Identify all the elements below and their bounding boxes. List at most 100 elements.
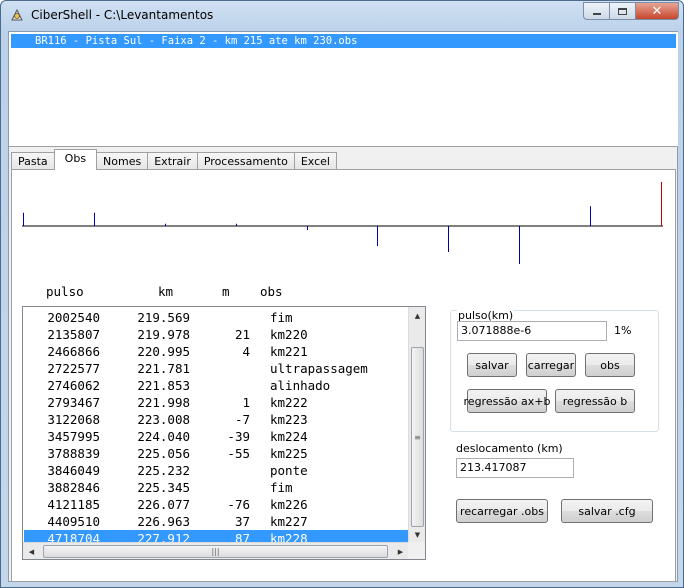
cell-km: 221.853 — [137, 378, 190, 393]
cell-km: 226.077 — [137, 497, 190, 512]
horizontal-scrollbar[interactable]: ◀ ||| ▶ — [23, 542, 409, 559]
cell-obs: fim — [270, 310, 293, 325]
signal-graph — [22, 182, 663, 270]
observations-list[interactable]: 2002540 219.569 fim 2135807 219.978 21 km220 24… — [22, 306, 426, 560]
cell-m: 1 — [242, 395, 250, 410]
cell-km: 225.345 — [137, 480, 190, 495]
minimize-button[interactable] — [583, 2, 609, 20]
table-row[interactable]: 2135807 219.978 21 km220 — [24, 326, 412, 343]
table-row[interactable]: 2002540 219.569 fim — [24, 309, 412, 326]
vertical-scroll-thumb[interactable]: ≡ — [411, 347, 424, 527]
tab-extrair[interactable]: Extrair — [147, 152, 198, 170]
deslocamento-input[interactable]: 213.417087 — [456, 458, 574, 478]
tab-pasta[interactable]: Pasta — [11, 152, 55, 170]
tab-excel[interactable]: Excel — [293, 152, 337, 170]
window-title: CiberShell - C:\Levantamentos — [31, 8, 214, 22]
client-area: BR116 - Pista Sul - Faixa 2 - km 215 ate… — [8, 31, 678, 582]
header-m: m — [222, 284, 230, 299]
obs-tab-panel: pulso km m obs 2002540 219.569 fim 2135807 2… — [11, 169, 676, 582]
tab-obs[interactable]: Obs — [53, 149, 98, 170]
cell-m: -55 — [227, 446, 250, 461]
cell-m: -7 — [234, 412, 250, 427]
table-row[interactable]: 3457995 224.040 -39 km224 — [24, 428, 412, 445]
signal-graph-canvas — [22, 182, 663, 264]
table-row[interactable]: 3882846 225.345 fim — [24, 479, 412, 496]
table-row[interactable]: 4121185 226.077 -76 km226 — [24, 496, 412, 513]
window-controls: ✕ — [583, 2, 679, 20]
minimize-icon — [592, 13, 601, 15]
cell-km: 226.963 — [137, 514, 190, 529]
scroll-down-icon[interactable]: ▼ — [409, 526, 426, 543]
cell-m: 37 — [234, 514, 250, 529]
maximize-button[interactable] — [609, 2, 635, 20]
cibershell-app-icon[interactable] — [9, 7, 25, 23]
cell-obs: km224 — [270, 429, 308, 444]
salvar-cfg-button[interactable]: salvar .cfg — [561, 499, 653, 523]
pulso-group: pulso(km) 3.071888e-6 1% salvar carregar… — [450, 309, 659, 432]
pulso-input[interactable]: 3.071888e-6 — [457, 321, 607, 341]
file-list[interactable]: BR116 - Pista Sul - Faixa 2 - km 215 ate… — [9, 32, 678, 147]
maximize-icon — [618, 7, 627, 15]
cell-obs: km222 — [270, 395, 308, 410]
scroll-up-icon[interactable]: ▲ — [409, 307, 426, 324]
file-list-item-selected[interactable]: BR116 - Pista Sul - Faixa 2 - km 215 ate… — [11, 34, 676, 48]
cell-pulso: 2135807 — [47, 327, 100, 342]
cell-m: 4 — [242, 344, 250, 359]
cell-m: -76 — [227, 497, 250, 512]
cell-pulso: 2466866 — [47, 344, 100, 359]
tab-nomes[interactable]: Nomes — [96, 152, 149, 170]
close-icon: ✕ — [651, 3, 663, 19]
scroll-right-icon[interactable]: ▶ — [392, 543, 409, 560]
header-km: km — [158, 284, 174, 299]
regressao-axb-button[interactable]: regressão ax+b — [464, 389, 550, 413]
header-pulso: pulso — [46, 284, 84, 299]
close-button[interactable]: ✕ — [635, 2, 679, 20]
tab-strip: Pasta Obs Nomes Extrair Processamento Ex… — [11, 148, 337, 170]
cell-pulso: 4409510 — [47, 514, 100, 529]
cell-pulso: 2002540 — [47, 310, 100, 325]
cell-pulso: 3882846 — [47, 480, 100, 495]
cell-obs: km220 — [270, 327, 308, 342]
table-row[interactable]: 2746062 221.853 alinhado — [24, 377, 412, 394]
cell-obs: alinhado — [270, 378, 331, 393]
cell-obs: ponte — [270, 463, 308, 478]
cell-km: 221.781 — [137, 361, 190, 376]
obs-button[interactable]: obs — [585, 353, 635, 377]
cell-obs: km223 — [270, 412, 308, 427]
regressao-b-button[interactable]: regressão b — [555, 389, 635, 413]
scroll-left-icon[interactable]: ◀ — [23, 543, 40, 560]
cell-km: 223.008 — [137, 412, 190, 427]
cell-pulso: 4121185 — [47, 497, 100, 512]
table-row[interactable]: 4409510 226.963 37 km227 — [24, 513, 412, 530]
vertical-scrollbar[interactable]: ▲ ≡ ▼ — [408, 307, 425, 543]
cell-km: 220.995 — [137, 344, 190, 359]
table-row[interactable]: 3788839 225.056 -55 km225 — [24, 445, 412, 462]
pulso-percent-label: 1% — [614, 324, 632, 337]
cell-pulso: 3788839 — [47, 446, 100, 461]
cell-pulso: 3846049 — [47, 463, 100, 478]
cell-pulso: 2722577 — [47, 361, 100, 376]
recarregar-obs-button[interactable]: recarregar .obs — [456, 499, 548, 523]
table-row[interactable]: 2722577 221.781 ultrapassagem — [24, 360, 412, 377]
table-row[interactable]: 3122068 223.008 -7 km223 — [24, 411, 412, 428]
cell-obs: ultrapassagem — [270, 361, 368, 376]
horizontal-scroll-thumb[interactable]: ||| — [43, 545, 388, 558]
cell-pulso: 2746062 — [47, 378, 100, 393]
main-window: CiberShell - C:\Levantamentos ✕ BR116 - … — [0, 0, 684, 588]
carregar-button[interactable]: carregar — [526, 353, 576, 377]
cell-m: 21 — [234, 327, 250, 342]
title-bar[interactable]: CiberShell - C:\Levantamentos ✕ — [1, 1, 683, 31]
cell-m: -39 — [227, 429, 250, 444]
observations-rows: 2002540 219.569 fim 2135807 219.978 21 km220 24… — [24, 309, 412, 547]
table-row[interactable]: 3846049 225.232 ponte — [24, 462, 412, 479]
tab-processamento[interactable]: Processamento — [196, 152, 295, 170]
table-row[interactable]: 2793467 221.998 1 km222 — [24, 394, 412, 411]
cell-km: 219.569 — [137, 310, 190, 325]
salvar-button[interactable]: salvar — [467, 353, 517, 377]
cell-obs: km221 — [270, 344, 308, 359]
table-row[interactable]: 2466866 220.995 4 km221 — [24, 343, 412, 360]
cell-km: 219.978 — [137, 327, 190, 342]
cell-km: 225.056 — [137, 446, 190, 461]
cell-obs: fim — [270, 480, 293, 495]
table-header: pulso km m obs — [22, 284, 422, 304]
